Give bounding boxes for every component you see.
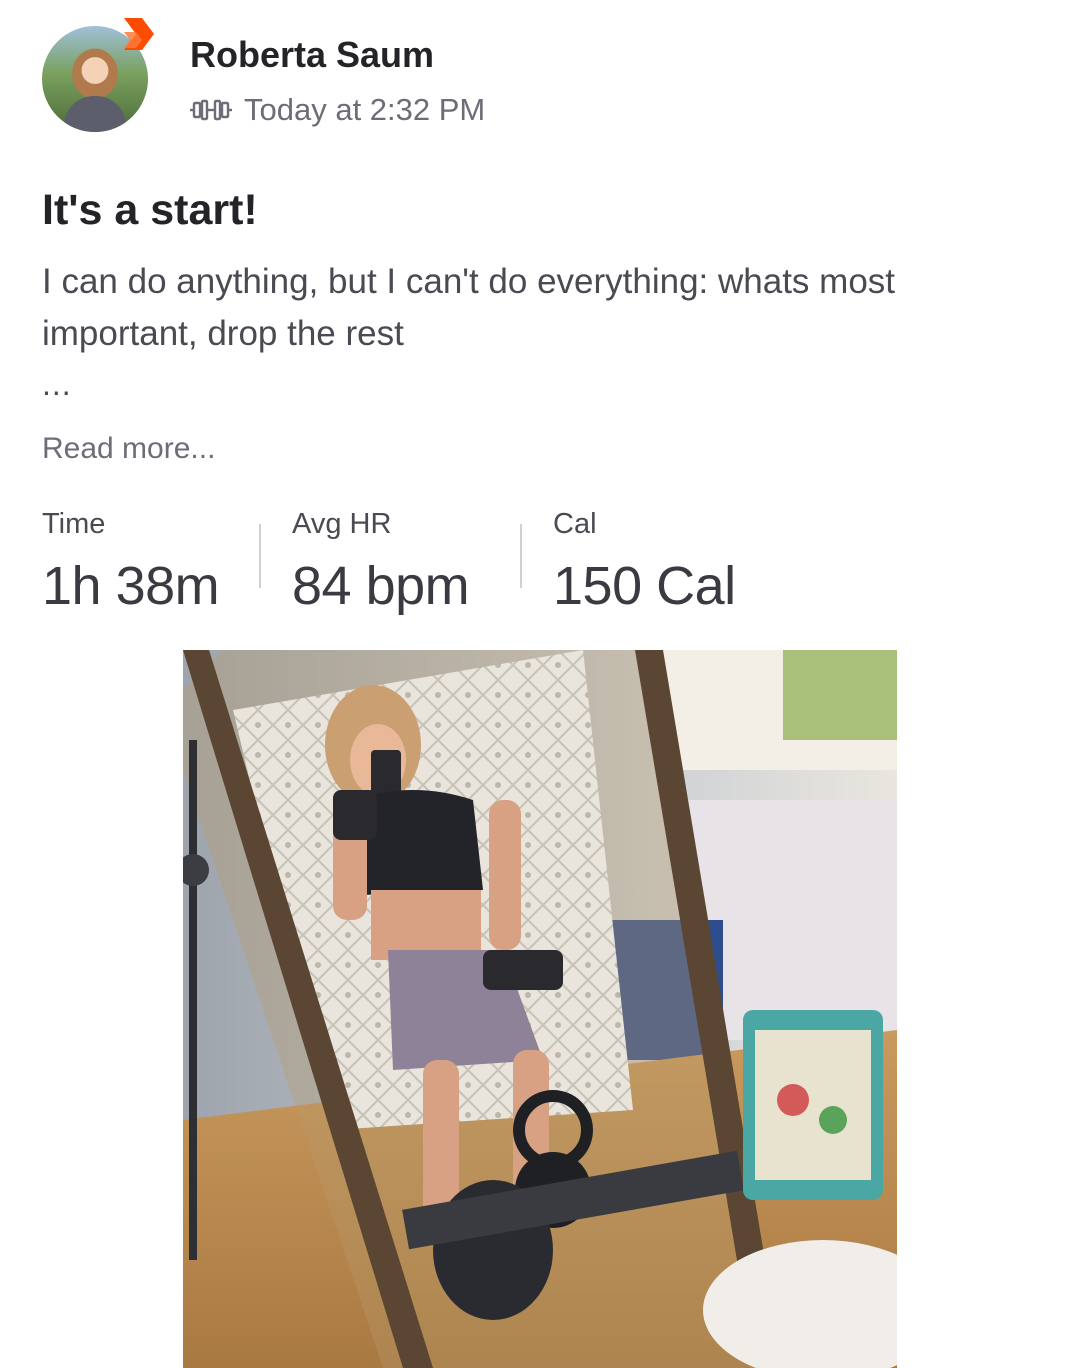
stat-calories: Cal 150 Cal — [553, 508, 736, 617]
stat-time: Time 1h 38m — [42, 508, 220, 617]
description-ellipsis: ... — [42, 366, 72, 402]
stat-value: 150 Cal — [553, 556, 736, 616]
read-more-link[interactable]: Read more... — [42, 432, 215, 466]
activity-description: I can do anything, but I can't do everyt… — [42, 262, 896, 353]
stat-divider — [520, 524, 522, 588]
stat-value: 84 bpm — [292, 556, 470, 616]
post-timestamp: Today at 2:32 PM — [244, 92, 486, 127]
subscriber-badge-icon — [124, 18, 154, 50]
post-meta: Today at 2:32 PM — [190, 92, 485, 128]
stat-label: Time — [42, 508, 106, 540]
author-name[interactable]: Roberta Saum — [190, 34, 434, 76]
stat-label: Cal — [553, 508, 597, 540]
stat-divider — [259, 524, 261, 588]
stat-avg-hr: Avg HR 84 bpm — [292, 508, 470, 617]
dumbbell-icon — [190, 99, 232, 121]
activity-title[interactable]: It's a start! — [42, 186, 258, 235]
stat-value: 1h 38m — [42, 556, 220, 616]
stat-label: Avg HR — [292, 508, 392, 540]
activity-post-card[interactable]: Roberta Saum Today at 2:32 PM It's a sta… — [0, 0, 1079, 1368]
activity-photo[interactable] — [183, 650, 897, 1368]
mirror-selfie-photo — [183, 650, 897, 1368]
author-avatar[interactable] — [42, 18, 158, 134]
